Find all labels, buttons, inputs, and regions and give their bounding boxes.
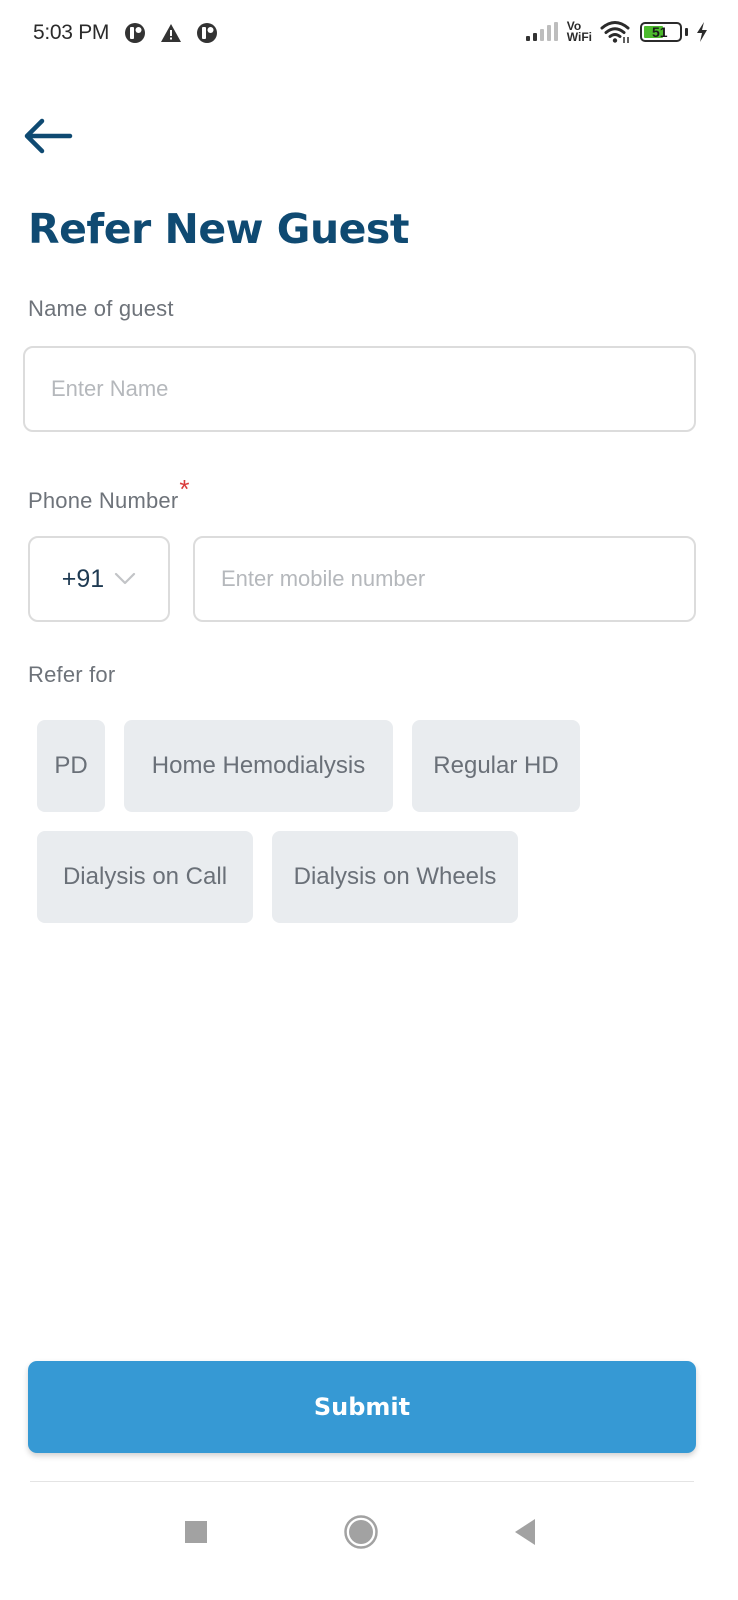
back-triangle-icon: [515, 1519, 535, 1545]
submit-button[interactable]: Submit: [28, 1361, 696, 1453]
home-icon: [344, 1515, 378, 1549]
nav-divider: [30, 1481, 694, 1482]
notification-app-icon: [197, 23, 217, 43]
name-input[interactable]: [23, 346, 696, 432]
status-time: 5:03 PM: [33, 21, 110, 44]
system-nav-bar: [0, 1495, 738, 1565]
signal-strength-icon: [525, 22, 558, 41]
chevron-down-icon: [115, 572, 136, 585]
vowifi-indicator: Vo WiFi: [566, 20, 592, 44]
chip-label: Home Hemodialysis: [151, 752, 366, 779]
country-code-value: +91: [61, 564, 105, 593]
mobile-number-input[interactable]: [193, 536, 696, 622]
charging-bolt-icon: [697, 22, 707, 42]
battery-level: 51: [652, 24, 668, 40]
home-button[interactable]: [336, 1507, 386, 1557]
page-title: Refer New Guest: [28, 205, 409, 253]
chip-label: Dialysis on Wheels: [293, 863, 497, 890]
battery-tip: [685, 28, 688, 36]
chip-label: Regular HD: [433, 752, 559, 779]
refer-option-regular-hd[interactable]: Regular HD: [412, 720, 580, 812]
refer-option-dialysis-on-call[interactable]: Dialysis on Call: [37, 831, 253, 923]
status-system-icons: Vo WiFi 51: [525, 20, 708, 44]
recents-icon: [185, 1521, 207, 1543]
refer-for-label: Refer for: [28, 662, 116, 687]
refer-option-home-hemodialysis[interactable]: Home Hemodialysis: [124, 720, 393, 812]
warning-icon: [161, 24, 181, 42]
refer-option-dialysis-on-wheels[interactable]: Dialysis on Wheels: [272, 831, 518, 923]
notification-app-icon: [125, 23, 145, 43]
phone-label: Phone Number*: [28, 474, 190, 515]
arrow-left-icon: [24, 118, 73, 154]
chip-label: PD: [54, 752, 88, 779]
vowifi-line2: WiFi: [566, 30, 592, 44]
status-notification-icons: [124, 22, 218, 44]
name-label: Name of guest: [28, 296, 174, 321]
required-marker: *: [179, 474, 190, 504]
country-code-select[interactable]: +91: [28, 536, 170, 622]
back-button[interactable]: [20, 112, 76, 160]
recents-button[interactable]: [171, 1507, 221, 1557]
status-bar: 5:03 PM Vo WiFi 51: [0, 0, 738, 70]
wifi-icon: [600, 21, 630, 43]
phone-label-text: Phone Number: [28, 488, 179, 513]
refer-option-pd[interactable]: PD: [37, 720, 105, 812]
back-nav-button[interactable]: [500, 1507, 550, 1557]
chip-label: Dialysis on Call: [62, 863, 228, 890]
battery-indicator: 51: [640, 22, 682, 42]
